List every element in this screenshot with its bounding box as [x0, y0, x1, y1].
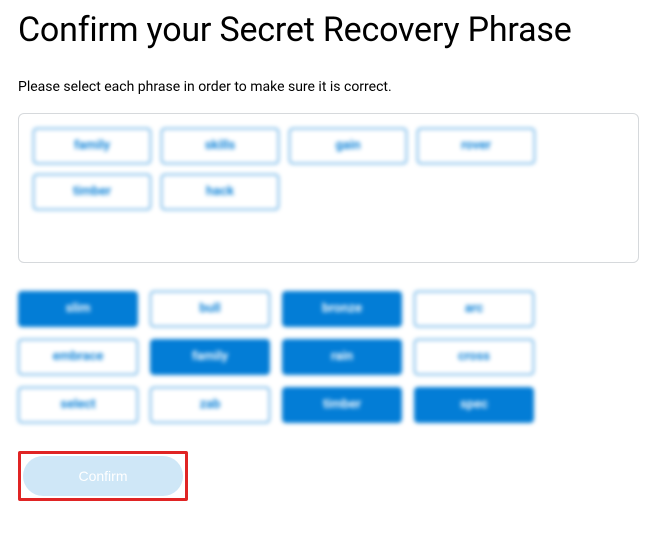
word-bank: slim bull bronze arc embrace family rain cross s…: [18, 291, 558, 423]
bank-chip[interactable]: arc: [414, 291, 534, 327]
instruction-text: Please select each phrase in order to ma…: [18, 79, 639, 95]
bank-chip[interactable]: spec: [414, 387, 534, 423]
bank-chip[interactable]: family: [150, 339, 270, 375]
selected-chip[interactable]: timber: [33, 174, 151, 210]
bank-chip[interactable]: timber: [282, 387, 402, 423]
selected-chip[interactable]: hack: [161, 174, 279, 210]
selected-chip[interactable]: family: [33, 128, 151, 164]
bank-chip[interactable]: cross: [414, 339, 534, 375]
bank-chip[interactable]: embrace: [18, 339, 138, 375]
bank-chip[interactable]: slim: [18, 291, 138, 327]
bank-chip[interactable]: rain: [282, 339, 402, 375]
selected-chip[interactable]: skills: [161, 128, 279, 164]
bank-chip[interactable]: select: [18, 387, 138, 423]
bank-chip[interactable]: zab: [150, 387, 270, 423]
selected-chip[interactable]: gain: [289, 128, 407, 164]
confirm-highlight-box: Confirm: [18, 451, 188, 501]
selected-phrase-area[interactable]: family skills gain rover timber hack: [18, 113, 639, 263]
confirm-button[interactable]: Confirm: [23, 456, 183, 496]
selected-chip[interactable]: rover: [417, 128, 535, 164]
bank-chip[interactable]: bronze: [282, 291, 402, 327]
bank-chip[interactable]: bull: [150, 291, 270, 327]
page-title: Confirm your Secret Recovery Phrase: [18, 10, 639, 51]
